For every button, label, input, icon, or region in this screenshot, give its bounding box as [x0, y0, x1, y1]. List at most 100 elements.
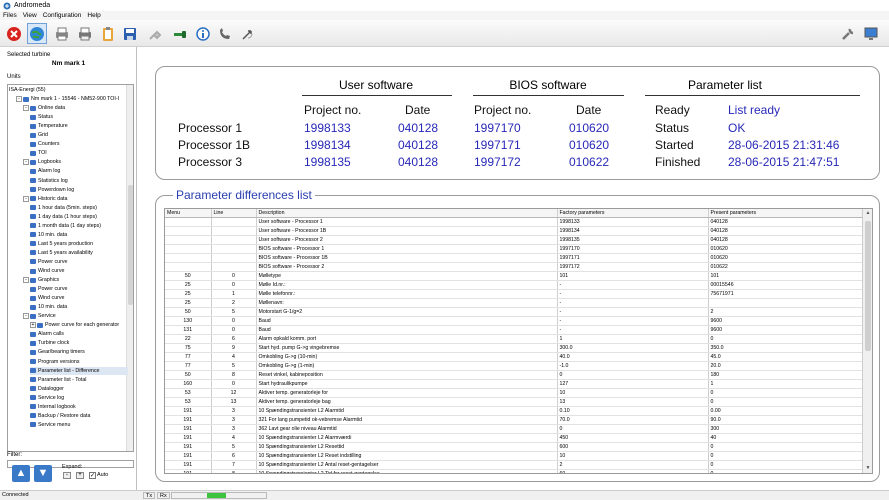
table-row[interactable]: BIOS software - Processor 2 1997172 010622	[165, 262, 865, 273]
collapse-toggle-icon[interactable]: -	[23, 195, 29, 202]
tree-item[interactable]: Service log	[30, 394, 128, 402]
column-header-menu[interactable]: Menu	[165, 209, 212, 219]
expand-button[interactable]: +	[76, 472, 84, 479]
parameter-differences-table[interactable]: Menu Line Description Factory parameters…	[164, 208, 873, 474]
table-row[interactable]: 77 5 Omkobling G->g (1-min) -1.0 20.0	[165, 361, 865, 372]
table-row[interactable]: 25 1 Mølle telefonnr.: -75671971	[165, 289, 865, 300]
tree-item[interactable]: Temperature	[30, 122, 128, 130]
stop-button[interactable]	[4, 23, 24, 44]
column-header-description[interactable]: Description	[256, 209, 558, 219]
tree-item[interactable]: Alarm log	[30, 167, 128, 175]
save-button[interactable]	[120, 23, 140, 44]
menu-view[interactable]: View	[20, 12, 40, 19]
collapse-toggle-icon[interactable]: -	[23, 105, 29, 112]
tree-item[interactable]: - Historic data	[23, 195, 128, 203]
scroll-down-icon[interactable]: ▼	[863, 464, 872, 473]
table-row[interactable]: 53 12 Aktiver temp. generatorleje for 10 0	[165, 388, 865, 399]
table-row[interactable]: 50 8 Reset vinkel, kabineposition 0 180	[165, 370, 865, 381]
table-row[interactable]: BIOS software - Processor 1B 1997171 01062…	[165, 253, 865, 264]
monitor-button[interactable]	[861, 23, 881, 44]
collapse-button[interactable]: -	[63, 472, 71, 479]
table-row[interactable]: 191 3 10 Spændingstransienter L2 Alarmtid 0…	[165, 406, 865, 417]
tree-item[interactable]: Datalogger	[30, 385, 128, 393]
tree-item[interactable]: Parameter list - Total	[30, 376, 128, 384]
key-button[interactable]	[170, 23, 190, 44]
tree-item[interactable]: ISA-Energi (55)	[9, 86, 128, 94]
table-row[interactable]: 191810 Spændingstransienter L2 Tid for r…	[165, 469, 865, 473]
tree-item[interactable]: Service menu	[30, 421, 128, 429]
tree-item[interactable]: 1 month data (1 day steps)	[30, 222, 128, 230]
table-row[interactable]: 53 13 Aktiver temp. generatorleje bag 13 0	[165, 397, 865, 408]
menu-configuration[interactable]: Configuration	[40, 12, 85, 19]
table-row[interactable]: 22 6 Alarm opkald komm. port 1 0	[165, 334, 865, 345]
table-row[interactable]: 191 3 321 For lang pumpetid ok-vebremse Al…	[165, 415, 865, 426]
tree-item[interactable]: Statistics log	[30, 177, 128, 185]
tree-item[interactable]: Power curve	[30, 258, 128, 266]
collapse-toggle-icon[interactable]: -	[23, 313, 29, 320]
tree-item[interactable]: 1 day data (1 hour steps)	[30, 213, 128, 221]
table-row[interactable]: 130 0 Baud -9600	[165, 316, 865, 327]
table-row[interactable]: 131 0 Baud -9600	[165, 325, 865, 336]
menu-files[interactable]: Files	[0, 12, 20, 19]
table-row[interactable]: 160 0 Start hydraulikpumpe 127 1	[165, 379, 865, 390]
table-row[interactable]: 25 0 Mølle Id.nr.: -00015546	[165, 280, 865, 291]
column-header-factory[interactable]: Factory parameters	[557, 209, 709, 219]
tree-item[interactable]: - Logbooks	[23, 158, 128, 166]
tree-item[interactable]: Grid	[30, 131, 128, 139]
table-row[interactable]: User software - Processor 1B 1998134 04012…	[165, 226, 865, 237]
collapse-toggle-icon[interactable]: -	[23, 159, 29, 166]
table-row[interactable]: User software - Processor 2 1998135 040128	[165, 235, 865, 246]
tree-item[interactable]: Turbine clock	[30, 339, 128, 347]
clipboard-button[interactable]	[98, 23, 118, 44]
table-row[interactable]: 191 5 10 Spændingstransienter L2 Resettid 6…	[165, 442, 865, 453]
tools-button[interactable]	[838, 23, 858, 44]
tree-item[interactable]: Alarm calls	[30, 330, 128, 338]
table-scroll-thumb[interactable]	[865, 221, 871, 351]
tree-item[interactable]: Internal logbook	[30, 403, 128, 411]
tree-item[interactable]: 10 min. data	[30, 303, 128, 311]
tree-item[interactable]: 10 min. data	[30, 231, 128, 239]
table-row[interactable]: 25 2 Møllenavn: -	[165, 298, 865, 309]
tree-item[interactable]: Last 5 years availability	[30, 249, 128, 257]
tree-item[interactable]: Status	[30, 113, 128, 121]
table-row[interactable]: 50 0 Mølletype 101 101	[165, 271, 865, 282]
phone-button[interactable]	[215, 23, 235, 44]
tree-item[interactable]: Wind curve	[30, 267, 128, 275]
tree-item[interactable]: - Nm mark 1 - 15546 - NM52-900 TOI-I	[16, 95, 128, 103]
tree-item[interactable]: TOI	[30, 149, 128, 157]
plug-button[interactable]	[145, 23, 165, 44]
connect-button[interactable]	[27, 23, 47, 44]
tree-item[interactable]: 1 hour data (5min. steps)	[30, 204, 128, 212]
tree-item[interactable]: Wind curve	[30, 294, 128, 302]
tree-item[interactable]: - Online data	[23, 104, 128, 112]
collapse-toggle-icon[interactable]: -	[23, 277, 29, 284]
table-row[interactable]: 191 6 10 Spændingstransienter L2 Reset ind…	[165, 451, 865, 462]
scroll-up-icon[interactable]: ▲	[863, 209, 872, 218]
tree-scroll-thumb[interactable]	[128, 185, 133, 305]
print-button[interactable]	[52, 23, 72, 44]
menu-help[interactable]: Help	[84, 12, 103, 19]
tree-item[interactable]: Parameter list - Difference	[30, 366, 128, 375]
move-up-button[interactable]: ▲	[12, 465, 30, 482]
tree-item[interactable]: Gear/bearing timers	[30, 348, 128, 356]
table-row[interactable]: 75 9 Start hyd. pump G->g vingebremse 300.0…	[165, 343, 865, 354]
table-row[interactable]: 191 3 362 Lavt gear olie niveau Alarmtid 0 3…	[165, 424, 865, 435]
signal-button[interactable]	[238, 23, 258, 44]
table-row[interactable]: User software - Processor 1 1998133 040128	[165, 217, 865, 228]
expand-toggle-icon[interactable]: +	[30, 322, 36, 329]
table-row[interactable]: 50 5 Motorstart G-1/g=2-2	[165, 307, 865, 318]
tree-item[interactable]: - Graphics	[23, 276, 128, 284]
units-tree[interactable]: ISA-Energi (55) - Nm mark 1 - 15546 - NM52…	[7, 84, 134, 452]
table-scrollbar[interactable]: ▲ ▼	[862, 209, 872, 473]
table-row[interactable]: BIOS software - Processor 1 1997170 010620	[165, 244, 865, 255]
table-row[interactable]: 77 4 Omkobling G->g (10-min) 40.0 45.0	[165, 352, 865, 363]
info-button[interactable]	[193, 23, 213, 44]
table-row[interactable]: 191 7 10 Spændingstransienter L2 Antal res…	[165, 460, 865, 471]
tree-item[interactable]: Powerdown log	[30, 186, 128, 194]
move-down-button[interactable]: ▼	[34, 465, 52, 482]
tree-item[interactable]: Program versions	[30, 358, 128, 366]
table-row[interactable]: 191 4 10 Spændingstransienter L2 Alarmværd…	[165, 433, 865, 444]
tree-item[interactable]: Last 5 years production	[30, 240, 128, 248]
column-header-present[interactable]: Present parameters	[708, 209, 865, 219]
collapse-toggle-icon[interactable]: -	[16, 96, 22, 103]
